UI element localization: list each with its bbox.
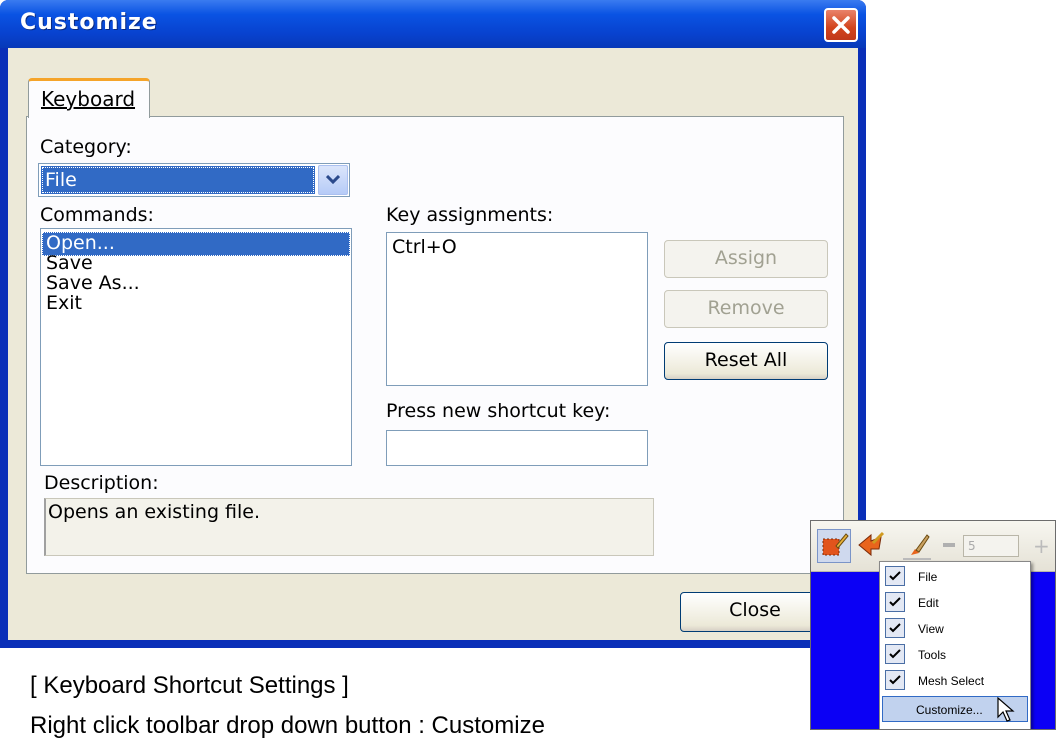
remove-button[interactable]: Remove xyxy=(664,290,828,328)
menu-item-label: Tools xyxy=(918,648,947,662)
reset-all-button[interactable]: Reset All xyxy=(664,342,828,380)
key-assignment-item[interactable]: Ctrl+O xyxy=(388,236,646,260)
close-button[interactable]: Close xyxy=(680,592,830,632)
checkmark-icon xyxy=(885,670,905,690)
dialog-title: Customize xyxy=(20,10,158,35)
menu-item-mesh-select[interactable]: Mesh Select xyxy=(882,668,1028,694)
category-label: Category: xyxy=(40,136,132,158)
dialog-client-area: Keyboard Category: File Commands: Open..… xyxy=(8,48,858,640)
menu-item-label: Customize... xyxy=(916,703,983,717)
mouse-pointer-icon xyxy=(997,697,1015,722)
window-close-button[interactable] xyxy=(824,8,858,42)
commands-list[interactable]: Open... Save Save As... Exit xyxy=(40,228,352,466)
command-item-exit[interactable]: Exit xyxy=(42,292,350,316)
checkmark-icon xyxy=(885,618,905,638)
commands-label: Commands: xyxy=(40,204,154,226)
decrease-icon[interactable] xyxy=(943,543,955,547)
tab-keyboard-label: Keyboard xyxy=(41,87,135,111)
category-value: File xyxy=(41,166,315,194)
customize-dialog: Customize Keyboard Category: File Comman… xyxy=(0,0,866,648)
menu-item-file[interactable]: File xyxy=(882,564,1028,590)
menu-item-label: Mesh Select xyxy=(918,674,985,688)
tab-keyboard[interactable]: Keyboard xyxy=(28,78,150,118)
menu-item-label: File xyxy=(918,570,938,584)
brush-tool-icon[interactable] xyxy=(901,529,935,563)
arrow-tool-icon[interactable] xyxy=(855,529,889,563)
chevron-down-icon xyxy=(326,175,340,185)
category-dropdown-button[interactable] xyxy=(318,165,348,195)
toolbar-menu-inset: 5 + File Edit View Tools Mesh Select Cus… xyxy=(810,520,1056,730)
tab-keyboard-mnemonic: Keyboard xyxy=(41,87,136,111)
caption-title: [ Keyboard Shortcut Settings ] xyxy=(30,672,349,699)
close-icon xyxy=(832,16,850,34)
toolbar-value-field[interactable]: 5 xyxy=(963,535,1019,557)
shortcut-key-input[interactable] xyxy=(386,430,648,466)
menu-item-label: View xyxy=(918,622,944,636)
press-shortcut-label: Press new shortcut key: xyxy=(386,400,611,422)
select-tool-icon[interactable] xyxy=(817,529,851,563)
category-dropdown[interactable]: File xyxy=(38,163,350,197)
checkmark-icon xyxy=(885,592,905,612)
menu-item-tools[interactable]: Tools xyxy=(882,642,1028,668)
menu-item-view[interactable]: View xyxy=(882,616,1028,642)
assign-button[interactable]: Assign xyxy=(664,240,828,278)
key-assignments-list[interactable]: Ctrl+O xyxy=(386,232,648,386)
menu-item-edit[interactable]: Edit xyxy=(882,590,1028,616)
menu-item-label: Edit xyxy=(918,596,939,610)
description-label: Description: xyxy=(44,472,159,494)
key-assignments-label: Key assignments: xyxy=(386,204,554,226)
description-text: Opens an existing file. xyxy=(48,501,261,523)
checkmark-icon xyxy=(885,566,905,586)
title-bar[interactable]: Customize xyxy=(0,0,866,48)
checkmark-icon xyxy=(885,644,905,664)
caption-subtitle: Right click toolbar drop down button : C… xyxy=(30,712,545,739)
description-box: Opens an existing file. xyxy=(44,498,654,556)
increase-icon[interactable]: + xyxy=(1033,536,1050,556)
